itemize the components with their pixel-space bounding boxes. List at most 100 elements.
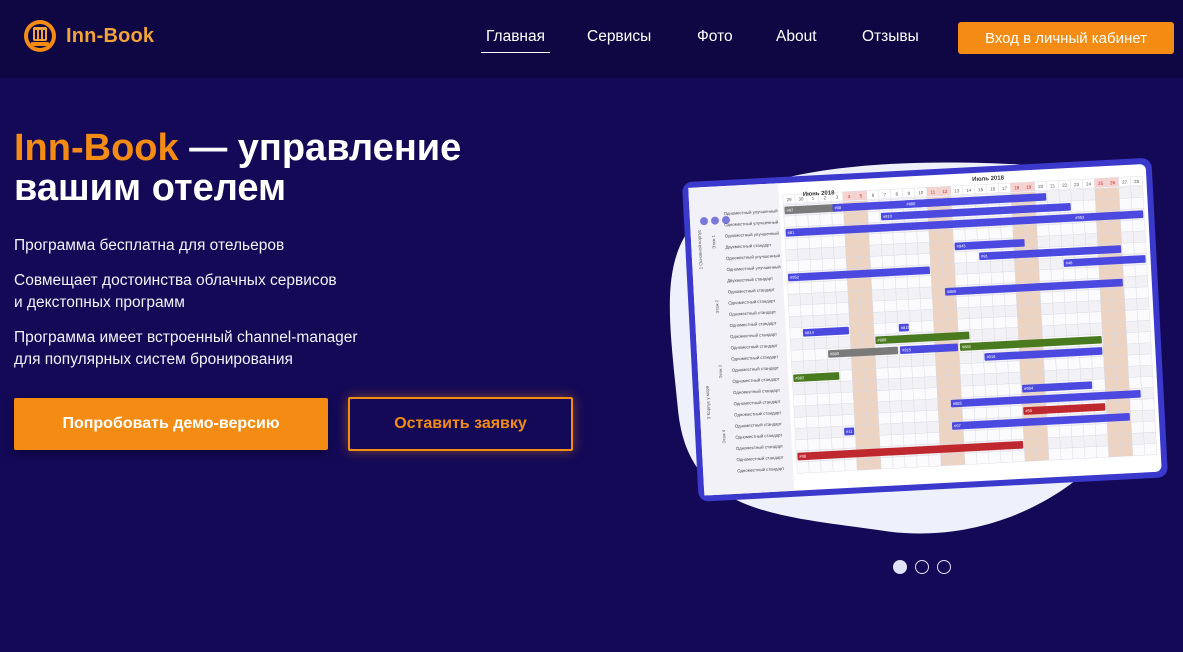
schedule-cell [842, 414, 856, 427]
schedule-cell [866, 424, 880, 437]
schedule-cell [1122, 264, 1136, 278]
schedule-cell [830, 414, 844, 428]
schedule-cell [959, 363, 973, 376]
nav-item-services[interactable]: Сервисы [587, 28, 651, 52]
schedule-cell [1133, 241, 1147, 255]
schedule-cell [964, 452, 978, 465]
schedule-cell [1071, 200, 1085, 213]
booking-label: #910 [883, 213, 893, 218]
schedule-cell [1137, 308, 1151, 322]
schedule-day-label: 25 [1098, 181, 1104, 186]
booking-label: #815 [901, 325, 911, 330]
carousel-dot[interactable] [893, 560, 907, 574]
schedule-cell [1120, 231, 1134, 244]
schedule-cell [850, 335, 864, 348]
schedule-cell [923, 365, 937, 378]
schedule-cell [1026, 269, 1040, 283]
schedule-cell [1095, 199, 1109, 212]
schedule-cell [1036, 224, 1050, 237]
schedule-cell [841, 402, 855, 416]
schedule-cell [836, 313, 850, 326]
schedule-cell [1116, 377, 1130, 390]
schedule-cell [909, 320, 923, 334]
schedule-cell [1142, 409, 1156, 422]
schedule-cell [944, 307, 958, 321]
schedule-cell [812, 303, 826, 316]
schedule-cell [940, 453, 954, 467]
schedule-cell [1082, 423, 1096, 437]
schedule-cell [851, 368, 865, 382]
schedule-cell [893, 243, 907, 256]
schedule-cell [960, 374, 974, 387]
schedule-cell [1017, 326, 1031, 339]
schedule-cell [802, 348, 816, 362]
carousel-dot[interactable] [937, 560, 951, 574]
nav-item-photo[interactable]: Фото [697, 28, 733, 52]
booking-label: #81 [788, 230, 796, 235]
schedule-cell [1123, 287, 1137, 300]
schedule-cell [925, 398, 939, 411]
schedule-cell [863, 356, 877, 370]
schedule-cell [1128, 376, 1142, 389]
schedule-cell [969, 328, 983, 342]
schedule-cell [1050, 257, 1064, 270]
schedule-cell [930, 274, 944, 288]
schedule-cell [877, 401, 891, 414]
schedule-cell [803, 360, 817, 373]
schedule-cell [1071, 435, 1085, 448]
schedule-cell [1137, 320, 1151, 333]
request-button[interactable]: Оставить заявку [348, 397, 573, 451]
booking-label: #915 [902, 347, 912, 352]
schedule-cell [975, 429, 989, 442]
schedule-cell [787, 282, 801, 295]
schedule-cell [907, 287, 921, 300]
schedule-cell [880, 232, 894, 245]
schedule-cell [816, 381, 830, 395]
login-button[interactable]: Вход в личный кабинет [958, 22, 1174, 54]
schedule-cell [888, 378, 902, 391]
schedule-cell [1032, 370, 1046, 383]
schedule-cell [972, 373, 986, 386]
schedule-cell [941, 251, 955, 265]
schedule-cell [1125, 320, 1139, 334]
nav-item-reviews[interactable]: Отзывы [862, 28, 919, 52]
schedule-cell [854, 413, 868, 426]
schedule-cell [899, 355, 913, 368]
schedule-cell [980, 294, 994, 307]
schedule-cell [794, 416, 808, 429]
schedule-cell [1127, 365, 1141, 378]
schedule-cell [1092, 367, 1106, 380]
schedule-cell [1138, 342, 1152, 355]
schedule-cell [864, 390, 878, 403]
schedule-cell [819, 213, 833, 226]
schedule-cell [928, 230, 942, 243]
schedule-cell [965, 250, 979, 263]
schedule-cell [799, 281, 813, 295]
schedule-cell [883, 277, 897, 290]
schedule-cell [828, 392, 842, 405]
schedule-cell [957, 318, 971, 331]
schedule-cell [1099, 288, 1113, 301]
schedule-cell [1067, 357, 1081, 370]
schedule-cell [1008, 382, 1022, 396]
schedule-cell [921, 320, 935, 333]
demo-button[interactable]: Попробовать демо-версию [14, 398, 328, 450]
schedule-cell [799, 292, 813, 306]
nav-item-about[interactable]: About [776, 28, 817, 52]
feature-channel-line-1: Программа имеет встроенный channel-manag… [14, 329, 358, 346]
schedule-cell [968, 295, 982, 308]
schedule-cell [1108, 231, 1122, 245]
schedule-cell [1132, 230, 1146, 243]
schedule-cell [891, 433, 905, 447]
hero-title-rest-2: вашим отелем [14, 167, 287, 209]
schedule-cell [918, 275, 932, 288]
schedule-cell [1107, 433, 1121, 447]
schedule-cell [1139, 364, 1153, 378]
carousel-dot[interactable] [915, 560, 929, 574]
schedule-cell [1073, 233, 1086, 247]
nav-item-home[interactable]: Главная [481, 28, 550, 53]
schedule-cell [869, 255, 883, 268]
schedule-day-label: 20 [1038, 184, 1044, 189]
schedule-cell [1124, 298, 1138, 311]
schedule-cell [923, 353, 937, 367]
